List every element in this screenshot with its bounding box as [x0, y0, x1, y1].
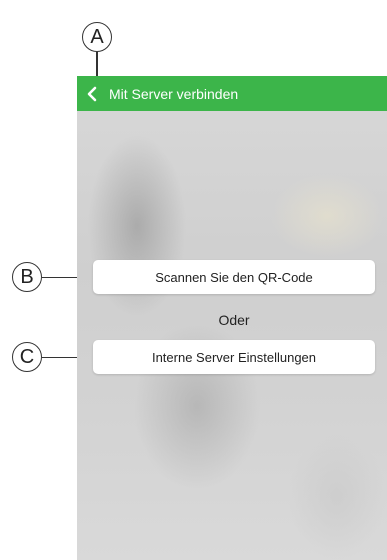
- callout-c-label: C: [19, 345, 35, 368]
- callout-a-label: A: [90, 25, 104, 48]
- callout-b-label: B: [20, 265, 34, 288]
- scan-qr-code-button[interactable]: Scannen Sie den QR-Code: [93, 260, 375, 294]
- app-header: Mit Server verbinden: [77, 76, 387, 111]
- internal-server-settings-button[interactable]: Interne Server Einstellungen: [93, 340, 375, 374]
- scan-qr-code-button-label: Scannen Sie den QR-Code: [155, 269, 313, 285]
- chevron-left-icon: [87, 86, 97, 101]
- callout-b: B: [12, 262, 42, 292]
- callout-c: C: [12, 342, 42, 372]
- page-title: Mit Server verbinden: [109, 85, 239, 102]
- back-button[interactable]: [77, 76, 107, 111]
- internal-server-settings-button-label: Interne Server Einstellungen: [151, 349, 317, 365]
- app-screen: Mit Server verbinden Scannen Sie den QR-…: [77, 76, 387, 560]
- or-label: Oder: [218, 312, 250, 328]
- callout-a: A: [82, 22, 112, 52]
